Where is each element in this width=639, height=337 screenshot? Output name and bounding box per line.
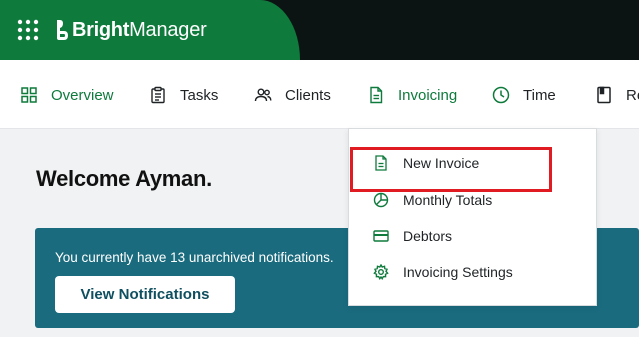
- menu-item-label: Invoicing Settings: [403, 264, 513, 280]
- main-nav: Overview Tasks Clients Invoicing Time Re: [0, 60, 639, 129]
- pie-chart-icon: [373, 192, 389, 208]
- nav-label: Overview: [51, 86, 114, 104]
- nav-label: Re: [626, 86, 639, 104]
- nav-item-tasks[interactable]: Tasks: [149, 84, 218, 106]
- nav-label: Time: [523, 86, 556, 104]
- nav-item-invoicing[interactable]: Invoicing: [367, 84, 457, 106]
- menu-item-monthly-totals[interactable]: Monthly Totals: [373, 190, 492, 210]
- report-icon: [597, 86, 611, 104]
- menu-item-invoicing-settings[interactable]: Invoicing Settings: [373, 262, 513, 282]
- credit-card-icon: [373, 230, 389, 242]
- clipboard-icon: [151, 86, 165, 104]
- nav-item-time[interactable]: Time: [492, 84, 556, 106]
- logo-mark-icon: [57, 20, 68, 40]
- highlight-annotation-box: [350, 147, 552, 192]
- logo-text-bright: Bright: [72, 18, 130, 41]
- menu-item-debtors[interactable]: Debtors: [373, 226, 452, 246]
- apps-grid-icon[interactable]: [17, 19, 39, 41]
- nav-label: Tasks: [180, 86, 219, 104]
- nav-item-overview[interactable]: Overview: [20, 84, 114, 106]
- brightmanager-logo[interactable]: Bright Manager: [55, 17, 207, 43]
- document-icon: [370, 86, 383, 104]
- settings-gear-icon: [373, 264, 389, 280]
- notifications-text: You currently have 13 unarchived notific…: [55, 250, 334, 265]
- view-notifications-button[interactable]: View Notifications: [55, 276, 235, 313]
- menu-item-label: Debtors: [403, 228, 453, 244]
- grid-icon: [21, 87, 37, 103]
- welcome-heading: Welcome Ayman.: [36, 166, 212, 191]
- clock-icon: [492, 86, 510, 104]
- nav-label: Invoicing: [398, 86, 458, 104]
- menu-item-label: Monthly Totals: [403, 192, 493, 208]
- app-header: Bright Manager: [0, 0, 639, 60]
- nav-item-clients[interactable]: Clients: [254, 84, 331, 106]
- nav-item-reports[interactable]: Re: [595, 84, 639, 106]
- users-icon: [254, 88, 272, 102]
- logo-text-manager: Manager: [129, 18, 207, 41]
- nav-label: Clients: [285, 86, 331, 104]
